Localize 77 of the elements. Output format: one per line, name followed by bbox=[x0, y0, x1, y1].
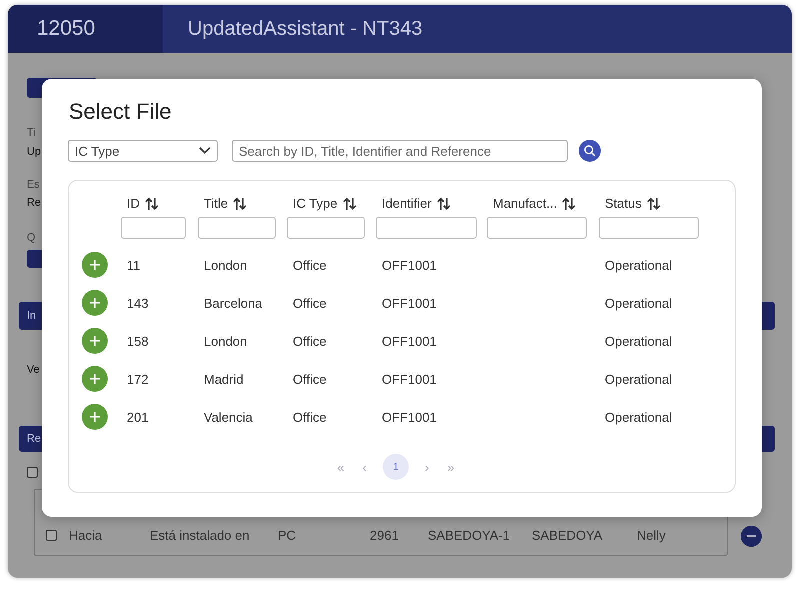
table-cell-text: Hacia bbox=[69, 528, 104, 542]
sort-icon[interactable] bbox=[145, 197, 159, 211]
table-cell: Barcelona bbox=[204, 296, 263, 310]
plus-icon[interactable] bbox=[89, 259, 101, 271]
column-filter-field[interactable] bbox=[599, 217, 699, 239]
remove-icon[interactable] bbox=[741, 526, 762, 547]
sort-icon[interactable] bbox=[342, 197, 357, 211]
table-cell-text: SABEDOYA-1 bbox=[428, 528, 512, 542]
table-cell: London bbox=[204, 334, 248, 348]
column-header[interactable]: ID bbox=[127, 196, 140, 212]
table-cell: 143 bbox=[127, 296, 149, 310]
row-checkbox[interactable] bbox=[46, 530, 57, 540]
record-title: UpdatedAssistant - NT343 bbox=[187, 18, 423, 40]
table-cell: 172 bbox=[127, 372, 149, 386]
table-cell: Operational bbox=[605, 410, 672, 424]
table-cell: OFF1001 bbox=[382, 410, 437, 424]
sort-icon[interactable] bbox=[646, 197, 661, 211]
search-field[interactable]: Search by ID, Title, Identifier and Reference bbox=[232, 140, 568, 162]
table-cell: Operational bbox=[605, 296, 672, 310]
table-cell: OFF1001 bbox=[382, 258, 437, 272]
table-cell-text: 2961 bbox=[370, 528, 400, 542]
column-filter-field[interactable] bbox=[287, 217, 365, 239]
table-cell: Office bbox=[293, 334, 327, 348]
sort-icon[interactable] bbox=[436, 197, 451, 211]
record-id: 12050 bbox=[8, 5, 163, 53]
select-all-checkbox[interactable] bbox=[27, 467, 38, 478]
add-button[interactable] bbox=[82, 366, 108, 392]
column-filter-field[interactable] bbox=[198, 217, 276, 239]
table-cell: 11 bbox=[127, 258, 140, 272]
search-button[interactable] bbox=[579, 140, 601, 162]
table-cell: Office bbox=[293, 258, 327, 272]
table-cell: Operational bbox=[605, 258, 672, 272]
field-label: Es bbox=[27, 178, 40, 192]
info-text: Ve bbox=[27, 363, 40, 378]
sort-icon[interactable] bbox=[233, 197, 248, 211]
table-cell-text: Nelly bbox=[637, 528, 667, 542]
table-cell: Office bbox=[293, 410, 327, 424]
field-label: Ti bbox=[27, 126, 36, 140]
column-filter-field[interactable] bbox=[121, 217, 186, 239]
add-button[interactable] bbox=[82, 290, 108, 316]
search-icon[interactable] bbox=[584, 145, 596, 157]
column-header[interactable]: Identifier bbox=[382, 196, 432, 212]
table-cell: OFF1001 bbox=[382, 296, 437, 310]
table-cell: Operational bbox=[605, 334, 672, 348]
column-header[interactable]: Title bbox=[204, 196, 228, 212]
table-cell: Valencia bbox=[204, 410, 253, 424]
column-header[interactable]: Status bbox=[605, 196, 642, 212]
table-cell-text: PC bbox=[278, 528, 298, 542]
table-cell: Office bbox=[293, 296, 327, 310]
table-cell-text: Está instalado en bbox=[150, 528, 251, 542]
column-header[interactable]: IC Type bbox=[293, 196, 338, 212]
field-value: Re bbox=[27, 196, 42, 211]
table-cell: 201 bbox=[127, 410, 149, 424]
chevron-down-icon[interactable] bbox=[199, 147, 211, 155]
field-value: Up bbox=[27, 145, 42, 160]
column-filter-field[interactable] bbox=[376, 217, 477, 239]
table-cell: OFF1001 bbox=[382, 372, 437, 386]
table-cell: 158 bbox=[127, 334, 149, 348]
add-button[interactable] bbox=[82, 328, 108, 354]
column-header[interactable]: Manufact... bbox=[493, 196, 558, 212]
table-cell: London bbox=[204, 258, 248, 272]
type-dropdown[interactable]: IC Type bbox=[68, 140, 218, 162]
sort-icon[interactable] bbox=[562, 197, 576, 211]
add-button[interactable] bbox=[82, 252, 108, 278]
table-cell-text: SABEDOYA bbox=[532, 528, 604, 542]
table-cell: Office bbox=[293, 372, 327, 386]
plus-icon[interactable] bbox=[89, 373, 101, 385]
column-filter-field[interactable] bbox=[487, 217, 587, 239]
plus-icon[interactable] bbox=[89, 411, 101, 423]
table-cell: Madrid bbox=[204, 372, 244, 386]
field-label: Q bbox=[27, 231, 36, 245]
dialog-title: Select File bbox=[68, 99, 173, 125]
add-button[interactable] bbox=[82, 404, 108, 430]
table-cell: Operational bbox=[605, 372, 672, 386]
table-cell: OFF1001 bbox=[382, 334, 437, 348]
plus-icon[interactable] bbox=[89, 297, 101, 309]
plus-icon[interactable] bbox=[89, 335, 101, 347]
